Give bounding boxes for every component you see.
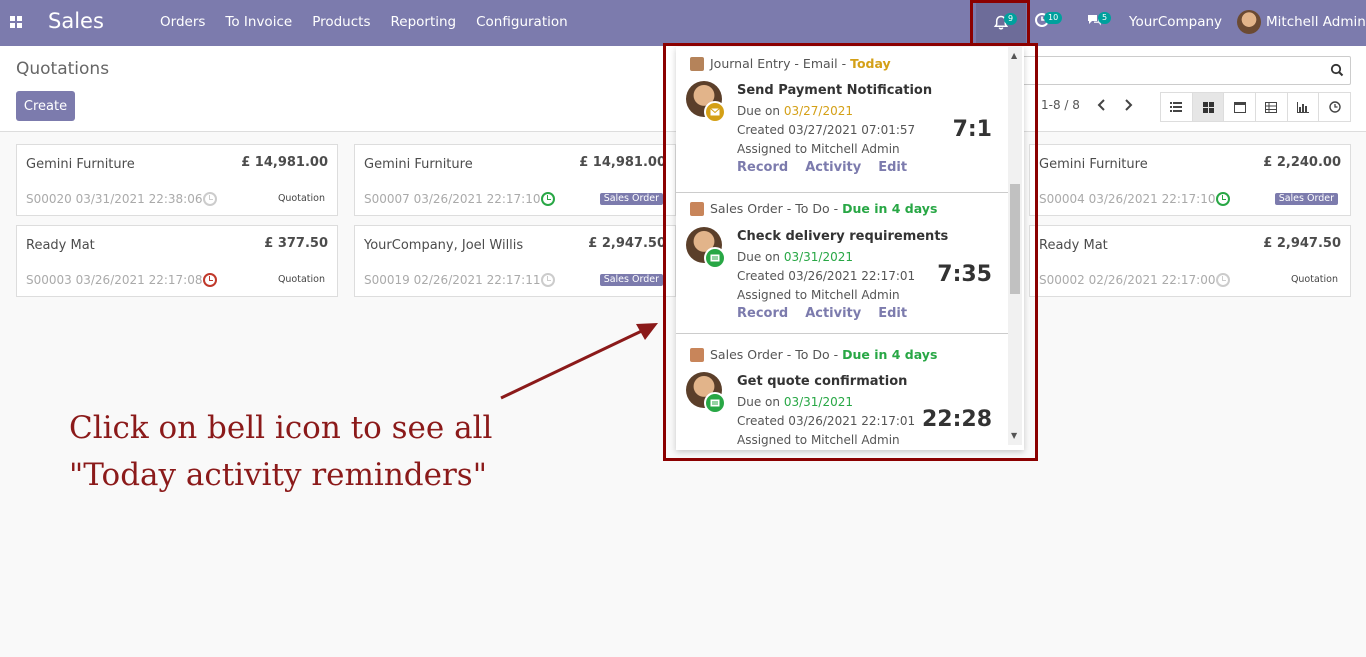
status-badge: Quotation: [1290, 274, 1338, 285]
user-menu[interactable]: Mitchell Admin: [1266, 14, 1366, 30]
list-icon: [1170, 102, 1183, 112]
annotation-arrow-icon: [500, 323, 658, 400]
page-title: Quotations: [16, 59, 110, 79]
search-input[interactable]: [1020, 56, 1351, 85]
card-reference: S00007 03/26/2021 22:17:10: [364, 192, 541, 206]
menu-to-invoice[interactable]: To Invoice: [225, 14, 292, 30]
top-navbar: Sales Orders To Invoice Products Reporti…: [0, 0, 1366, 46]
card-reference: S00004 03/26/2021 22:17:10: [1039, 192, 1216, 206]
card-customer: Gemini Furniture: [26, 157, 135, 172]
kanban-view-button[interactable]: [1192, 93, 1225, 121]
activity-view-button[interactable]: [1319, 93, 1350, 121]
card-reference: S00019 02/26/2021 22:17:11: [364, 273, 541, 287]
card-customer: YourCompany, Joel Willis: [364, 238, 524, 253]
menu-orders[interactable]: Orders: [160, 14, 205, 30]
activity-clock-icon[interactable]: [1216, 273, 1230, 287]
calendar-view-button[interactable]: [1224, 93, 1257, 121]
view-switcher: [1160, 92, 1351, 122]
kanban-card[interactable]: Ready Mat £ 377.50 S00003 03/26/2021 22:…: [16, 225, 338, 297]
menu-configuration[interactable]: Configuration: [476, 14, 568, 30]
activity-clock-icon[interactable]: [203, 273, 217, 287]
table-icon: [1265, 101, 1278, 113]
pager-next-icon[interactable]: [1122, 98, 1134, 112]
status-badge: Quotation: [277, 193, 325, 204]
activity-count-badge: 10: [1044, 12, 1063, 24]
kanban-card[interactable]: Ready Mat £ 2,947.50 S00002 02/26/2021 2…: [1029, 225, 1351, 297]
calendar-icon: [1233, 102, 1246, 113]
card-reference: S00020 03/31/2021 22:38:06: [26, 192, 203, 206]
kanban-card[interactable]: Gemini Furniture £ 14,981.00 S00007 03/2…: [354, 144, 676, 216]
card-reference: S00002 02/26/2021 22:17:00: [1039, 273, 1216, 287]
pager-previous-icon[interactable]: [1096, 98, 1108, 112]
card-reference: S00003 03/26/2021 22:17:08: [26, 273, 203, 287]
annotation-line-1: Click on bell icon to see all: [69, 410, 493, 446]
card-amount: £ 2,947.50: [588, 236, 666, 251]
card-amount: £ 2,240.00: [1263, 155, 1341, 170]
app-name[interactable]: Sales: [48, 9, 104, 33]
menu-reporting[interactable]: Reporting: [390, 14, 456, 30]
card-customer: Ready Mat: [26, 238, 95, 253]
message-count-badge: 5: [1098, 12, 1112, 24]
status-badge: Sales Order: [1274, 193, 1338, 205]
messages-button[interactable]: 5: [1086, 12, 1112, 32]
card-amount: £ 14,981.00: [579, 155, 666, 170]
activity-clock-icon[interactable]: [541, 273, 555, 287]
card-customer: Ready Mat: [1039, 238, 1108, 253]
menu-products[interactable]: Products: [312, 14, 370, 30]
activity-clock-icon[interactable]: [541, 192, 555, 206]
bell-highlight-box: [970, 0, 1030, 46]
bar-chart-icon: [1297, 101, 1310, 113]
activity-clock-icon[interactable]: [203, 192, 217, 206]
card-customer: Gemini Furniture: [364, 157, 473, 172]
status-badge: Quotation: [277, 274, 325, 285]
annotation-note: Click on bell icon to see all "Today act…: [69, 405, 492, 499]
kanban-icon: [1202, 101, 1214, 113]
activity-clock-icon[interactable]: [1216, 192, 1230, 206]
search-icon[interactable]: [1330, 63, 1344, 77]
card-customer: Gemini Furniture: [1039, 157, 1148, 172]
status-badge: Sales Order: [599, 274, 663, 286]
graph-view-button[interactable]: [1288, 93, 1320, 121]
kanban-card[interactable]: YourCompany, Joel Willis £ 2,947.50 S000…: [354, 225, 676, 297]
activity-button[interactable]: 10: [1034, 12, 1063, 32]
user-avatar[interactable]: [1237, 10, 1261, 34]
list-view-button[interactable]: [1161, 93, 1193, 121]
card-amount: £ 14,981.00: [241, 155, 328, 170]
pager-value[interactable]: 1-8 / 8: [1041, 98, 1080, 112]
kanban-card[interactable]: Gemini Furniture £ 14,981.00 S00020 03/3…: [16, 144, 338, 216]
card-amount: £ 377.50: [264, 236, 328, 251]
popup-highlight-box: [663, 43, 1038, 461]
create-button[interactable]: Create: [16, 91, 75, 121]
pivot-view-button[interactable]: [1256, 93, 1288, 121]
kanban-card[interactable]: Gemini Furniture £ 2,240.00 S00004 03/26…: [1029, 144, 1351, 216]
company-switcher[interactable]: YourCompany: [1129, 14, 1222, 30]
clock-icon: [1328, 101, 1341, 113]
annotation-line-2: "Today activity reminders": [69, 457, 487, 493]
status-badge: Sales Order: [599, 193, 663, 205]
main-menu: Orders To Invoice Products Reporting Con…: [160, 14, 588, 30]
card-amount: £ 2,947.50: [1263, 236, 1341, 251]
apps-menu-icon[interactable]: [10, 16, 22, 28]
